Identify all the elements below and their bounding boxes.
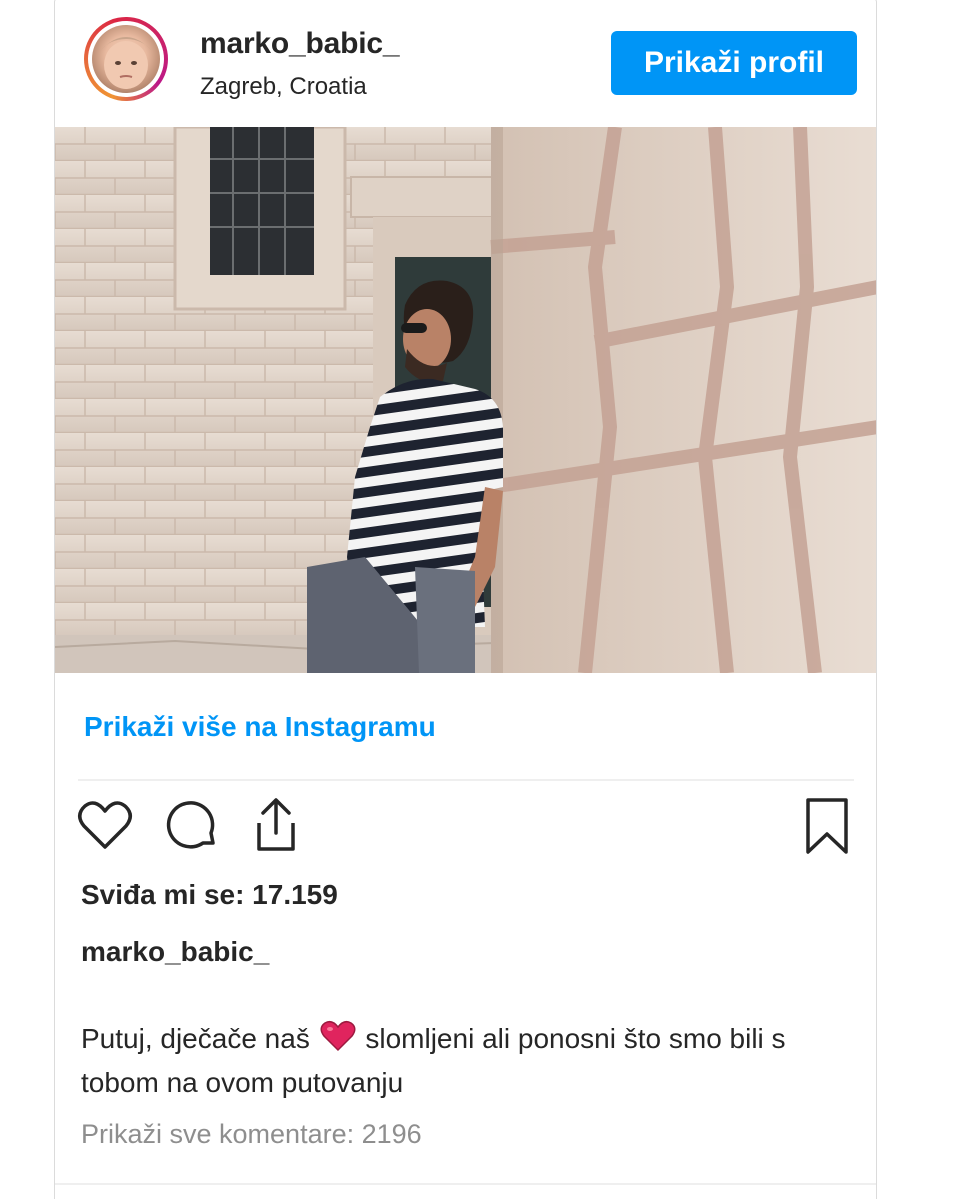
heart-outline-icon[interactable]: [77, 799, 133, 851]
post-caption: Putuj, dječače naš slomljeni ali ponosni…: [81, 1017, 851, 1105]
post-header: marko_babic_ Zagreb, Croatia Prikaži pro…: [55, 1, 876, 125]
post-photo[interactable]: [55, 127, 876, 673]
view-more-on-instagram-link[interactable]: Prikaži više na Instagramu: [84, 711, 436, 743]
share-upload-icon[interactable]: [249, 795, 303, 855]
bookmark-icon[interactable]: [803, 796, 851, 856]
instagram-embed-card: marko_babic_ Zagreb, Croatia Prikaži pro…: [54, 0, 877, 1199]
view-profile-button[interactable]: Prikaži profil: [611, 31, 857, 95]
avatar[interactable]: [84, 17, 168, 101]
view-all-comments-link[interactable]: Prikaži sve komentare: 2196: [81, 1119, 422, 1150]
post-photo-image: [55, 127, 876, 673]
caption-author[interactable]: marko_babic_: [81, 936, 269, 968]
avatar-image: [92, 25, 160, 93]
username-link[interactable]: marko_babic_: [200, 27, 400, 61]
location-link[interactable]: Zagreb, Croatia: [200, 73, 367, 101]
comment-bubble-icon[interactable]: [165, 799, 219, 853]
divider: [55, 1183, 876, 1185]
red-heart-emoji-icon: [320, 1020, 356, 1052]
likes-count[interactable]: Sviđa mi se: 17.159: [81, 879, 338, 911]
caption-text-start: Putuj, dječače naš: [81, 1023, 310, 1054]
divider: [78, 779, 854, 781]
